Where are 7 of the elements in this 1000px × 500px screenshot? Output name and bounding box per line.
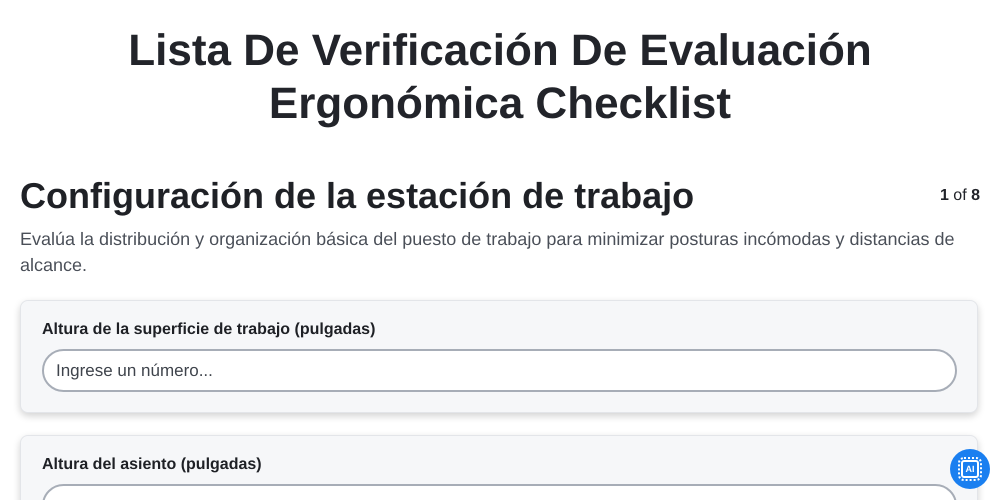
section-heading: Configuración de la estación de trabajo <box>20 174 694 218</box>
step-counter: 1 of 8 <box>940 187 980 205</box>
question-label: Altura del asiento (pulgadas) <box>42 456 263 474</box>
section-description: Evalúa la distribución y organización básica del puesto de trabajo para minimizar posturas incómodas y distancias de alcance. <box>20 228 956 277</box>
page-title: Lista De Verificación De Evaluación Ergonómica Checklist <box>127 25 873 130</box>
question-label: Altura de la superficie de trabajo (pulgadas) <box>42 321 376 339</box>
number-input[interactable]: Ingrese un número... <box>42 349 957 392</box>
